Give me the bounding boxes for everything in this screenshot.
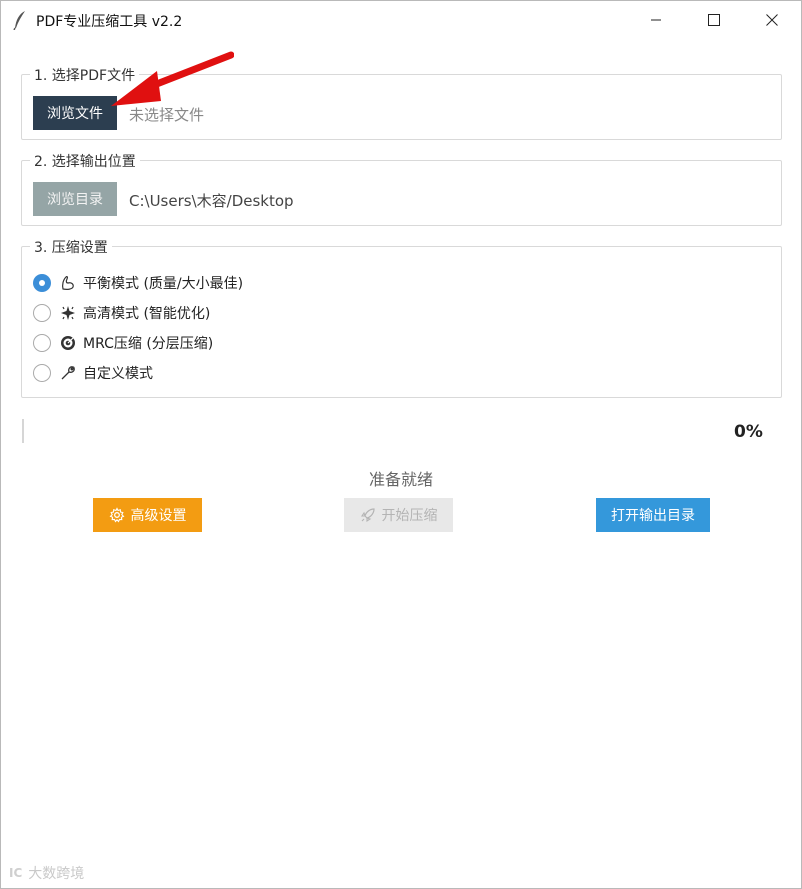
close-button[interactable] [743, 1, 801, 39]
bicep-icon [60, 275, 76, 291]
output-location-legend: 2. 选择输出位置 [30, 151, 140, 171]
radio-button[interactable] [33, 334, 51, 352]
watermark: IC 大数跨境 [9, 863, 84, 883]
radio-button[interactable] [33, 364, 51, 382]
app-window: PDF专业压缩工具 v2.2 1. 选择PDF文件 浏览文件 未选择文件 2. … [0, 0, 802, 889]
window-title: PDF专业压缩工具 v2.2 [36, 14, 183, 30]
output-path-text: C:\Users\木容/Desktop [129, 192, 294, 210]
title-bar[interactable]: PDF专业压缩工具 v2.2 [1, 1, 801, 39]
browse-file-button[interactable]: 浏览文件 [33, 96, 117, 130]
minimize-button[interactable] [627, 1, 685, 39]
minimize-icon [651, 19, 661, 21]
maximize-button[interactable] [685, 1, 743, 39]
compression-settings-group: 3. 压缩设置 平衡模式 (质量/大小最佳) 高清模式 (智能优化) MRC压缩… [21, 237, 782, 398]
close-icon [766, 14, 778, 26]
progress-percentage: 0% [734, 422, 763, 442]
mrc-mode-label: MRC压缩 (分层压缩) [83, 336, 214, 352]
hd-mode-label: 高清模式 (智能优化) [83, 306, 211, 322]
progress-bar [22, 419, 24, 443]
start-compress-button[interactable]: 开始压缩 [344, 498, 453, 532]
advanced-settings-label: 高级设置 [130, 508, 187, 524]
radio-button[interactable] [33, 304, 51, 322]
rocket-icon [360, 507, 376, 523]
radio-hd-mode[interactable]: 高清模式 (智能优化) [33, 301, 210, 325]
feather-icon [13, 11, 25, 30]
maximize-icon [708, 14, 720, 26]
browse-directory-button[interactable]: 浏览目录 [33, 182, 117, 216]
radio-mrc-mode[interactable]: MRC压缩 (分层压缩) [33, 331, 213, 355]
start-compress-label: 开始压缩 [381, 508, 438, 524]
status-text: 准备就绪 [368, 470, 433, 489]
radio-button-checked[interactable] [33, 274, 51, 292]
advanced-settings-button[interactable]: 高级设置 [93, 498, 202, 532]
gear-icon [109, 507, 125, 523]
open-output-directory-button[interactable]: 打开输出目录 [596, 498, 710, 532]
sparkle-icon [60, 305, 76, 321]
compression-settings-legend: 3. 压缩设置 [30, 237, 112, 257]
radio-balanced-mode[interactable]: 平衡模式 (质量/大小最佳) [33, 271, 243, 295]
balanced-mode-label: 平衡模式 (质量/大小最佳) [83, 276, 244, 292]
custom-mode-label: 自定义模式 [83, 366, 153, 382]
output-location-group: 2. 选择输出位置 浏览目录 C:\Users\木容/Desktop [21, 151, 782, 226]
target-icon [60, 335, 76, 351]
watermark-logo: IC [9, 866, 23, 880]
watermark-text: 大数跨境 [28, 866, 85, 882]
wrench-icon [60, 365, 76, 381]
annotation-arrow-icon [111, 51, 234, 106]
radio-custom-mode[interactable]: 自定义模式 [33, 361, 153, 385]
